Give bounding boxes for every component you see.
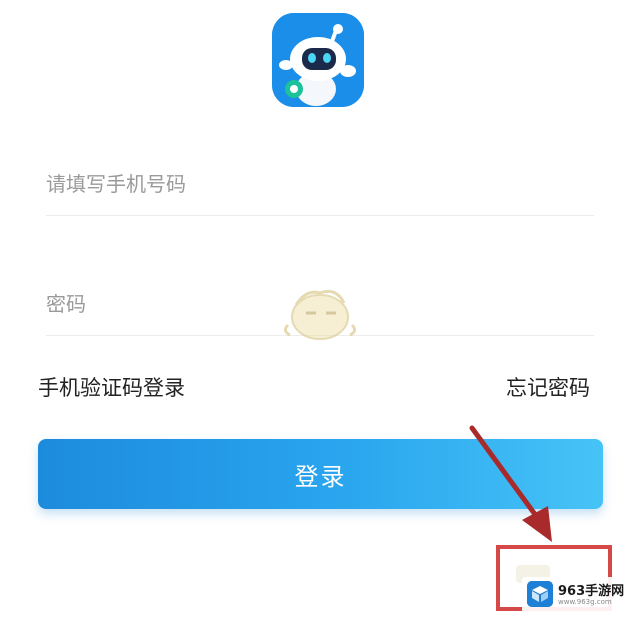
login-button[interactable]: 登录: [38, 439, 603, 509]
app-logo-icon: [272, 13, 364, 107]
forgot-password-link[interactable]: 忘记密码: [506, 372, 590, 402]
site-watermark: 963手游网 www.963g.com: [522, 577, 632, 613]
watermark-name: 963手游网: [558, 584, 625, 599]
watermark-url: www.963g.com: [558, 598, 612, 606]
sms-login-link[interactable]: 手机验证码登录: [38, 372, 185, 402]
phone-divider: [46, 215, 594, 216]
login-screen: 手机验证码登录 忘记密码 登录 963手游网 www.963g.com: [0, 0, 638, 633]
cube-logo-icon: [527, 581, 553, 607]
mascot-watermark-icon: [280, 281, 360, 345]
phone-input[interactable]: [46, 156, 594, 212]
phone-field: [46, 156, 594, 216]
